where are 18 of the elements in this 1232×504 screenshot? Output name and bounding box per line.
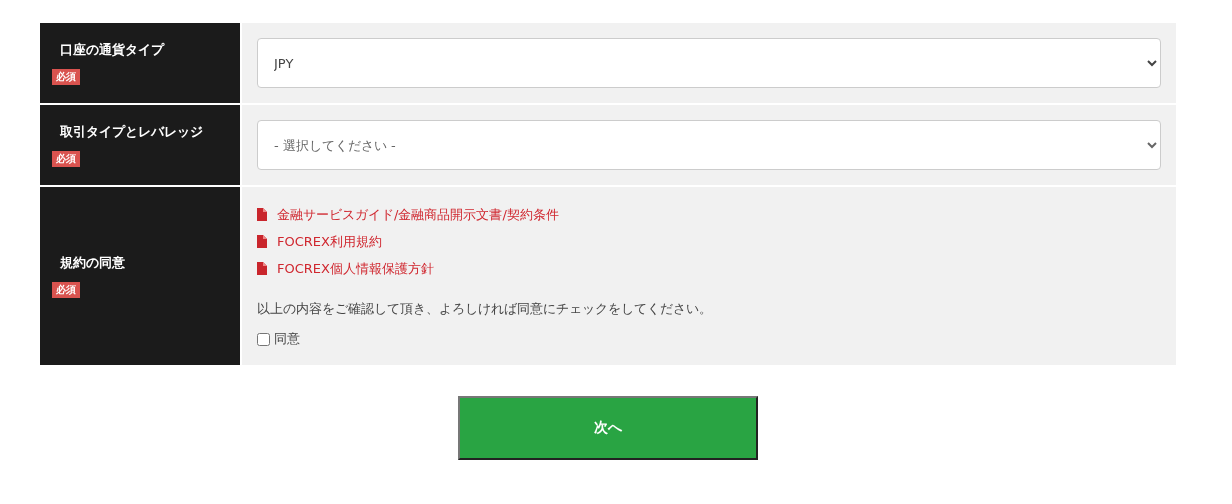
document-icon [257,208,267,221]
document-link[interactable]: 金融サービスガイド/金融商品開示文書/契約条件 [257,201,1161,228]
agree-checkbox[interactable] [257,332,270,346]
field-label: 規約の同意 [60,254,126,272]
dropdown-select[interactable]: JPY [257,38,1161,88]
document-icon [257,235,267,248]
dropdown-select[interactable]: - 選択してください - [257,120,1161,170]
field-label: 口座の通貨タイプ [60,41,166,59]
next-button[interactable]: 次へ [458,396,758,460]
document-link[interactable]: FOCREX個人情報保護方針 [257,255,1161,282]
checkbox-label[interactable]: 同意 [274,330,300,348]
required-badge: 必須 [52,151,80,167]
document-icon [257,262,267,275]
required-badge: 必須 [52,69,80,85]
instruction-text: 以上の内容をご確認して頂き、よろしければ同意にチェックをしてください。 [257,300,713,318]
document-link[interactable]: FOCREX利用規約 [257,228,1161,255]
required-badge: 必須 [52,282,80,298]
field-label: 取引タイプとレバレッジ [60,123,204,141]
